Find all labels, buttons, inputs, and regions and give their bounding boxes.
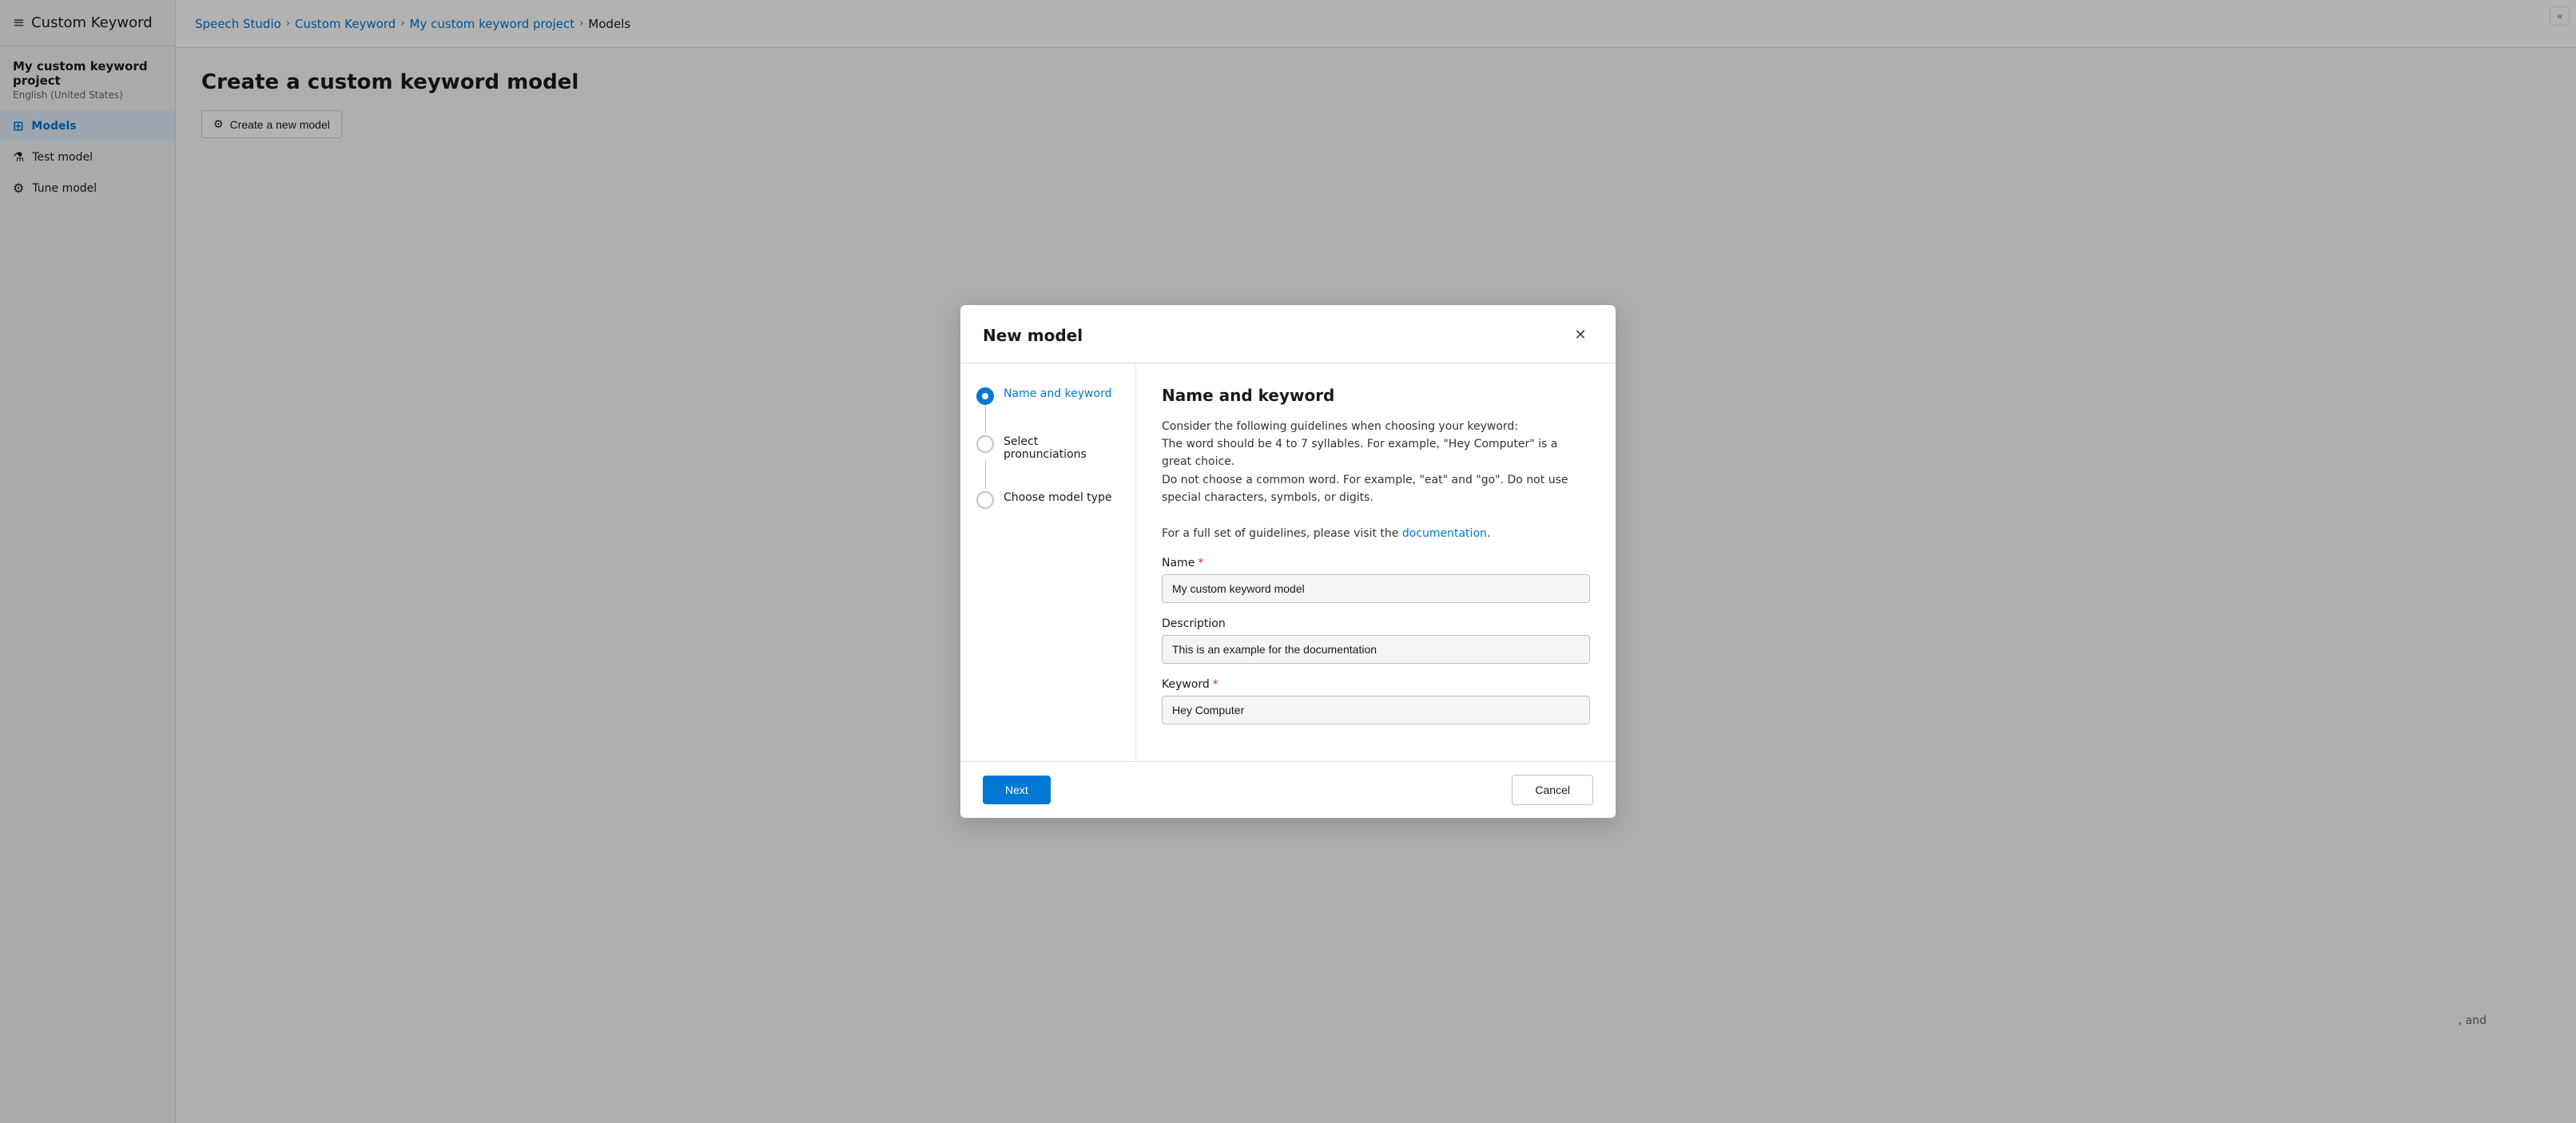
steps-panel: Name and keyword Select pronunciations C… (960, 363, 1136, 762)
name-field-group: Name * (1162, 557, 1590, 603)
description-input[interactable] (1162, 635, 1590, 664)
guidelines-text: Consider the following guidelines when c… (1162, 418, 1590, 543)
content-title: Name and keyword (1162, 386, 1590, 405)
content-panel: Name and keyword Consider the following … (1136, 363, 1616, 762)
dialog-title: New model (983, 326, 1083, 345)
new-model-dialog: New model ✕ Name and keyword Select pron… (960, 305, 1616, 819)
name-label: Name * (1162, 557, 1590, 569)
close-dialog-button[interactable]: ✕ (1568, 323, 1593, 348)
step-2-circle (976, 435, 994, 453)
step-1-circle (976, 387, 994, 405)
guideline-line2: The word should be 4 to 7 syllables. For… (1162, 438, 1557, 468)
name-input[interactable] (1162, 574, 1590, 603)
description-field-group: Description (1162, 617, 1590, 664)
dialog-body: Name and keyword Select pronunciations C… (960, 363, 1616, 762)
step-connector-2 (985, 461, 986, 490)
step-2: Select pronunciations (976, 434, 1119, 461)
keyword-label: Keyword * (1162, 678, 1590, 691)
keyword-input[interactable] (1162, 696, 1590, 724)
keyword-field-group: Keyword * (1162, 678, 1590, 724)
modal-overlay: New model ✕ Name and keyword Select pron… (0, 0, 2576, 1123)
step-2-label[interactable]: Select pronunciations (1004, 434, 1119, 461)
description-label: Description (1162, 617, 1590, 630)
cancel-button[interactable]: Cancel (1512, 775, 1593, 805)
next-button[interactable]: Next (983, 776, 1051, 804)
dialog-header: New model ✕ (960, 305, 1616, 363)
step-3-circle (976, 491, 994, 509)
step-1-label[interactable]: Name and keyword (1004, 386, 1111, 400)
documentation-link[interactable]: documentation (1402, 527, 1487, 540)
guideline-line3: Do not choose a common word. For example… (1162, 474, 1568, 504)
step-3-label[interactable]: Choose model type (1004, 490, 1111, 504)
name-required-star: * (1198, 557, 1203, 569)
guideline-line1: Consider the following guidelines when c… (1162, 420, 1518, 433)
step-connector-1 (985, 405, 986, 434)
dialog-footer: Next Cancel (960, 761, 1616, 818)
guideline-line4-prefix: For a full set of guidelines, please vis… (1162, 527, 1402, 540)
step-1: Name and keyword (976, 386, 1119, 405)
keyword-required-star: * (1213, 678, 1218, 691)
guideline-line4-suffix: . (1487, 527, 1490, 540)
step-3: Choose model type (976, 490, 1119, 509)
